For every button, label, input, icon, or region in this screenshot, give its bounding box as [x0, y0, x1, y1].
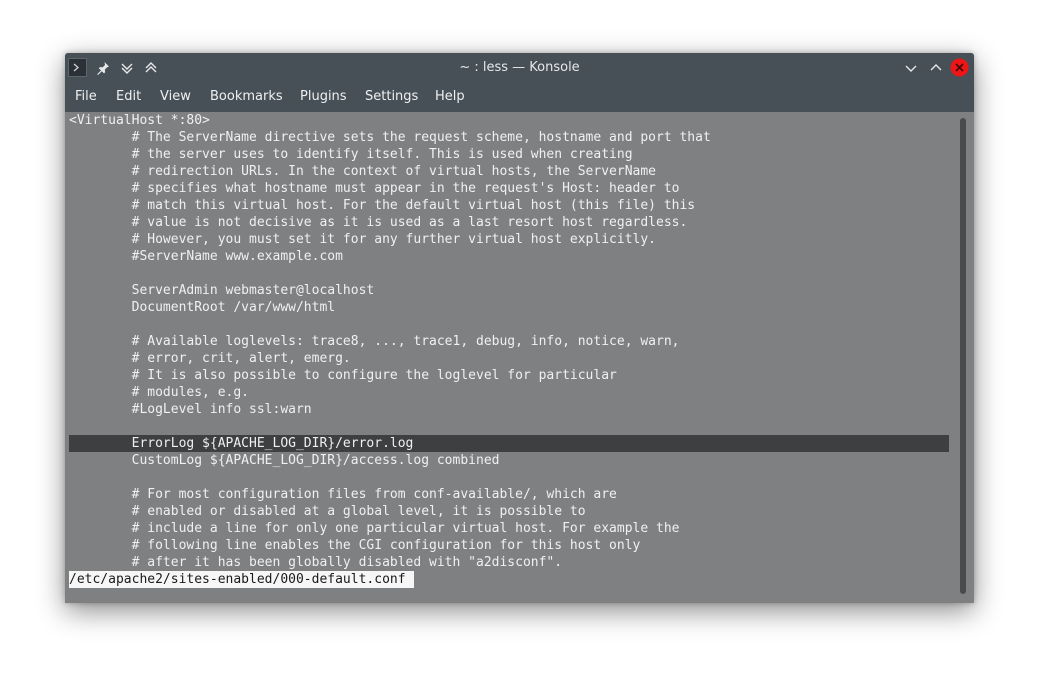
terminal-line: # redirection URLs. In the context of vi…: [69, 164, 656, 179]
terminal-line: # For most configuration files from conf…: [69, 487, 617, 502]
terminal-line: DocumentRoot /var/www/html: [69, 300, 336, 315]
terminal-line: # value is not decisive as it is used as…: [69, 215, 688, 230]
terminal-output[interactable]: <VirtualHost *:80> # The ServerName dire…: [65, 112, 974, 603]
menu-settings[interactable]: Settings: [365, 82, 418, 112]
scrollbar-thumb[interactable]: [960, 118, 966, 594]
scrollbar[interactable]: [956, 116, 970, 598]
close-icon[interactable]: [950, 58, 969, 77]
terminal-line: # enabled or disabled at a global level,…: [69, 504, 586, 519]
menu-plugins[interactable]: Plugins: [300, 82, 347, 112]
terminal-line: CustomLog ${APACHE_LOG_DIR}/access.log c…: [69, 453, 500, 468]
terminal-line: # The ServerName directive sets the requ…: [69, 130, 711, 145]
menu-edit[interactable]: Edit: [116, 82, 141, 112]
menu-file[interactable]: File: [75, 82, 97, 112]
menu-view[interactable]: View: [160, 82, 191, 112]
window-title: ~ : less — Konsole: [459, 60, 580, 75]
terminal-line: # after it has been globally disabled wi…: [69, 555, 563, 570]
terminal-line: # match this virtual host. For the defau…: [69, 198, 696, 213]
terminal-line: #LogLevel info ssl:warn: [69, 402, 312, 417]
terminal-line: # the server uses to identify itself. Th…: [69, 147, 633, 162]
terminal-line: # following line enables the CGI configu…: [69, 538, 641, 553]
menu-bar: File Edit View Bookmarks Plugins Setting…: [65, 82, 974, 112]
terminal-line: # include a line for only one particular…: [69, 521, 680, 536]
maximize-icon[interactable]: [926, 58, 945, 77]
pin-icon[interactable]: [93, 58, 112, 77]
minimize-icon[interactable]: [901, 58, 920, 77]
keep-above-icon[interactable]: [141, 58, 160, 77]
terminal-line: <VirtualHost *:80>: [69, 113, 210, 128]
terminal-line: ServerAdmin webmaster@localhost: [69, 283, 375, 298]
terminal-line: #ServerName www.example.com: [69, 249, 343, 264]
konsole-window: ~ : less — Konsole File Edit View Bookma…: [65, 53, 974, 603]
menu-bookmarks[interactable]: Bookmarks: [210, 82, 283, 112]
terminal-app-icon[interactable]: [68, 58, 87, 77]
title-bar[interactable]: ~ : less — Konsole: [65, 53, 974, 82]
terminal-line: # error, crit, alert, emerg.: [69, 351, 351, 366]
terminal-line: # specifies what hostname must appear in…: [69, 181, 680, 196]
less-status-line: /etc/apache2/sites-enabled/000-default.c…: [69, 571, 414, 588]
menu-help[interactable]: Help: [435, 82, 465, 112]
terminal-line: # Available loglevels: trace8, ..., trac…: [69, 334, 680, 349]
terminal-line: # modules, e.g.: [69, 385, 250, 400]
keep-below-icon[interactable]: [117, 58, 136, 77]
terminal-line: # It is also possible to configure the l…: [69, 368, 617, 383]
terminal-line-highlighted: ErrorLog ${APACHE_LOG_DIR}/error.log: [69, 436, 414, 451]
terminal-line: # However, you must set it for any furth…: [69, 232, 656, 247]
